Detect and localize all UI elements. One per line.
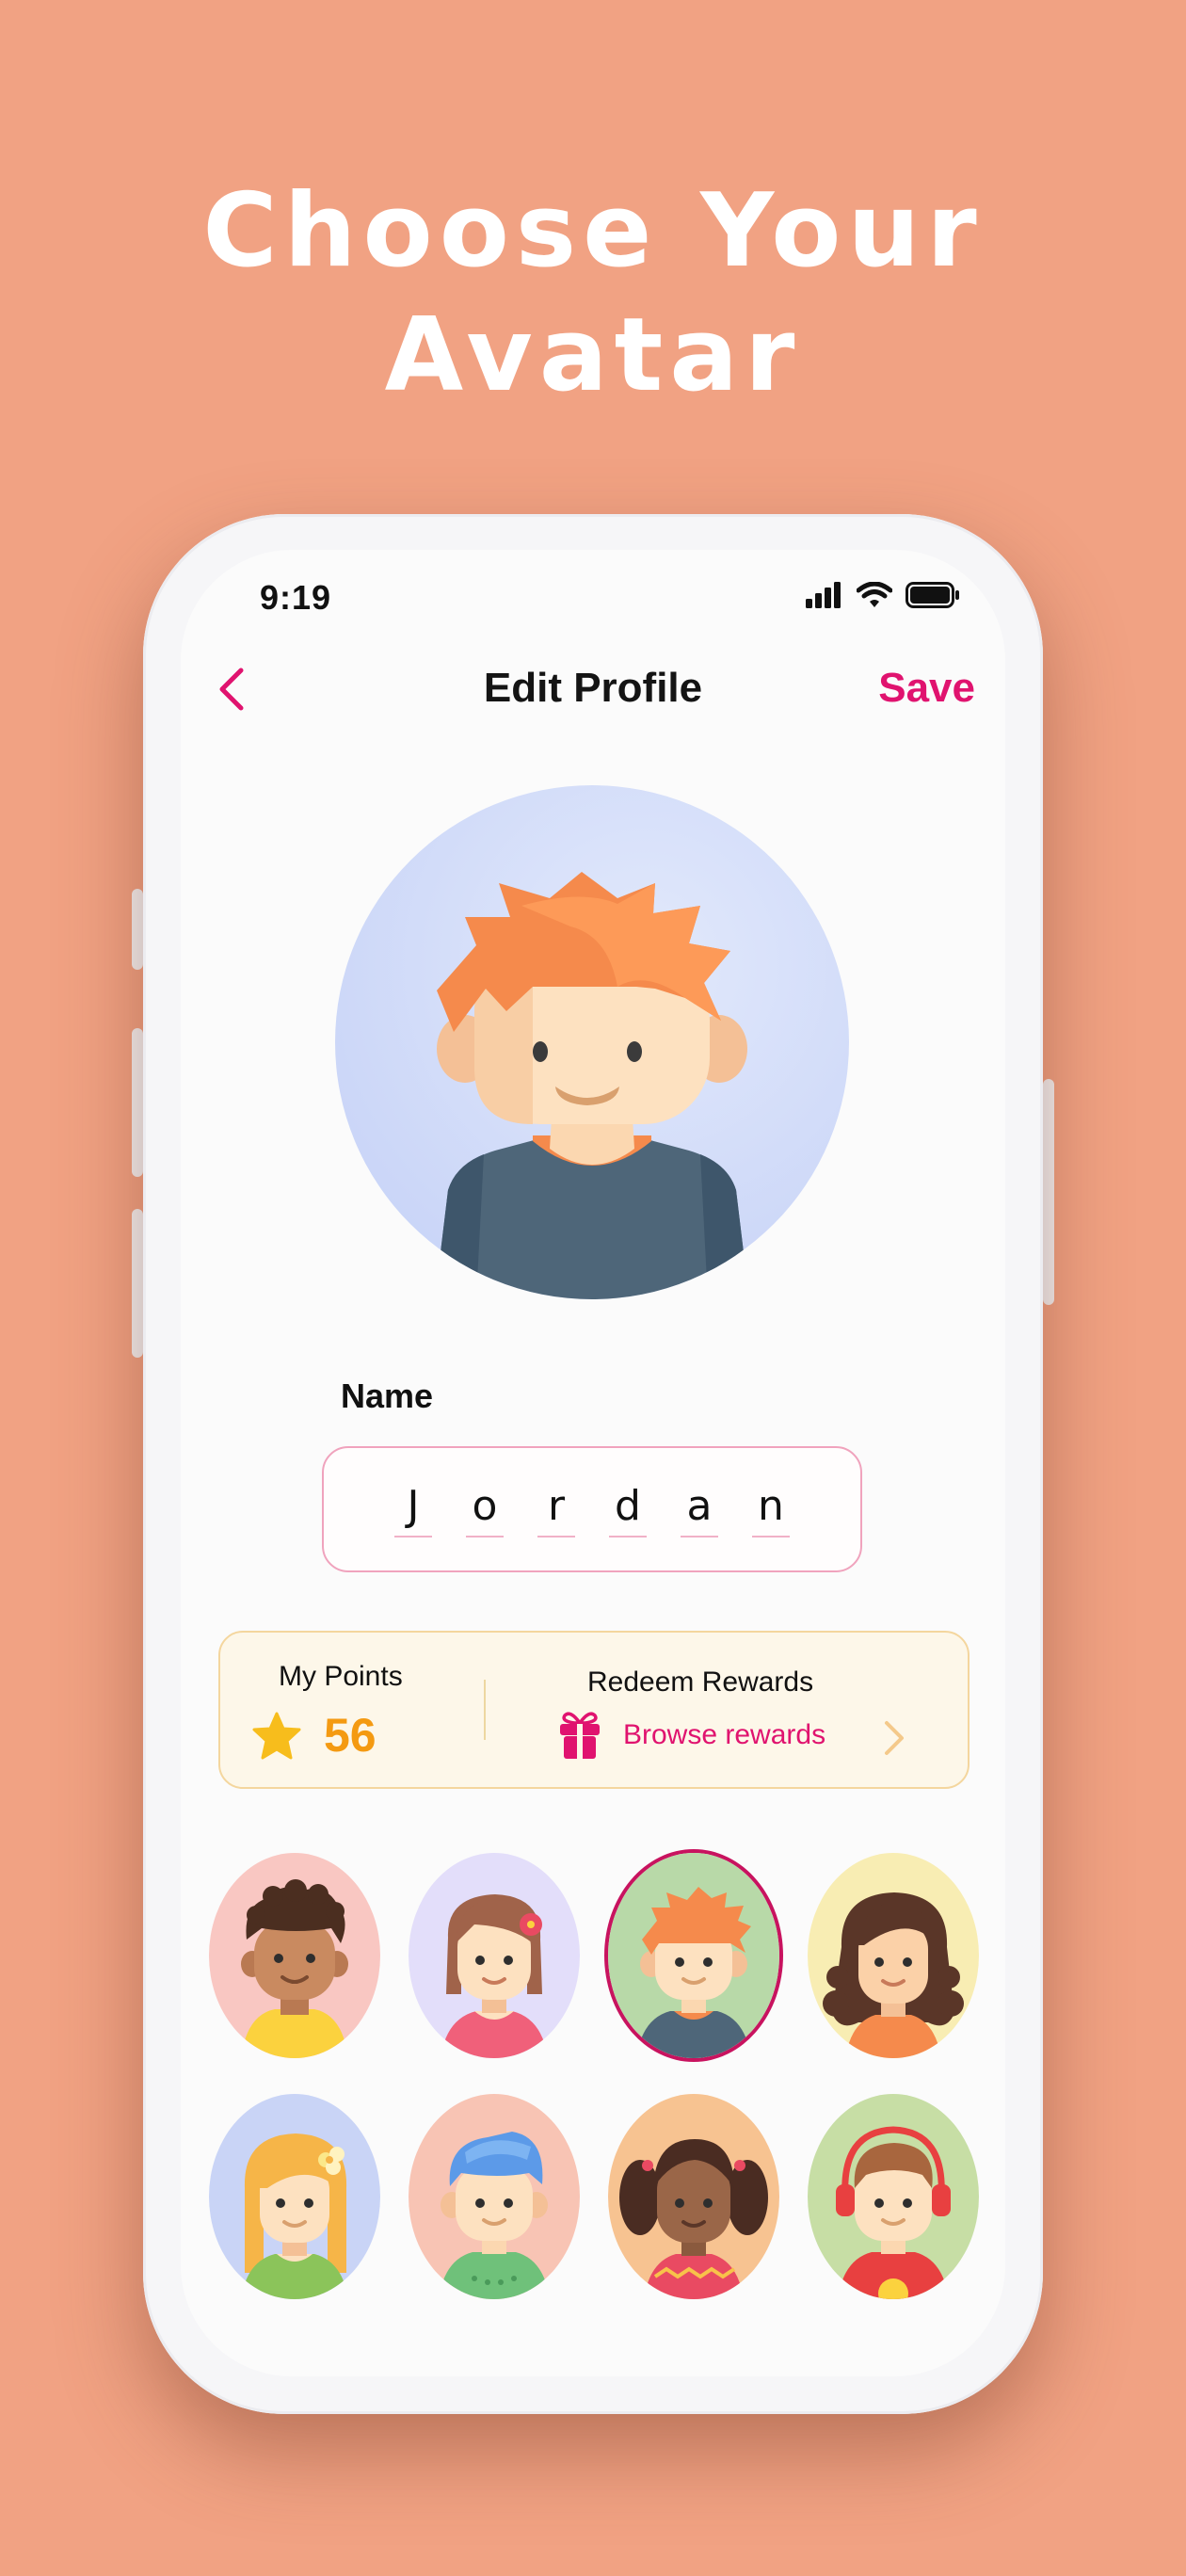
avatar-option-curly-hair-boy[interactable] (209, 1853, 380, 2058)
phone-screen: 9:19 Edit Profile Save Name J o r d a n … (181, 550, 1005, 2376)
flower-girl-avatar (409, 1853, 580, 2058)
avatar-option-flower-girl[interactable] (409, 1853, 580, 2058)
headline-line-2: Avatar (384, 297, 802, 414)
boy-orange-hair-avatar (435, 872, 749, 1299)
name-char: J (394, 1482, 432, 1538)
curly-hair-boy-avatar (209, 1853, 380, 2058)
pigtails-girl-avatar (608, 2094, 779, 2299)
gift-icon (560, 1712, 600, 1759)
name-char: d (609, 1482, 647, 1538)
phone-silent-switch (132, 889, 143, 970)
chevron-right-icon[interactable] (875, 1715, 913, 1761)
signal-icon (806, 582, 841, 608)
avatar-option-blue-hair-boy[interactable] (409, 2094, 580, 2299)
avatar-option-orange-hair-boy[interactable] (608, 1853, 779, 2058)
name-char: o (466, 1482, 504, 1538)
redeem-label: Redeem Rewards (587, 1666, 814, 1698)
headline-line-1: Choose Your (202, 172, 984, 290)
avatar-option-blonde-girl[interactable] (209, 2094, 380, 2299)
phone-power-button (1043, 1079, 1054, 1305)
name-char: r (537, 1482, 575, 1538)
headphones-boy-avatar (808, 2094, 979, 2299)
points-divider (484, 1680, 486, 1740)
points-label: My Points (279, 1661, 403, 1692)
avatar-option-pigtails-girl[interactable] (608, 2094, 779, 2299)
wifi-icon (857, 582, 892, 607)
status-icons (806, 582, 960, 608)
avatar-option-headphones-boy[interactable] (808, 2094, 979, 2299)
dynamic-island (478, 578, 691, 644)
orange-hair-boy-avatar (608, 1853, 779, 2058)
battery-icon (906, 582, 959, 608)
long-hair-girl-avatar (808, 1853, 979, 2058)
name-input[interactable]: J o r d a n (322, 1446, 862, 1572)
blonde-girl-avatar (209, 2094, 380, 2299)
points-card: My Points 56 Redeem Rewards Browse rewar… (218, 1631, 970, 1789)
avatar-option-long-hair-girl[interactable] (808, 1853, 979, 2058)
name-char: a (681, 1482, 718, 1538)
points-value: 56 (324, 1709, 377, 1762)
status-time: 9:19 (260, 578, 332, 617)
star-icon (252, 1712, 301, 1760)
name-label: Name (341, 1377, 434, 1415)
profile-avatar[interactable] (335, 785, 849, 1299)
phone-volume-up (132, 1028, 143, 1177)
name-char: n (752, 1482, 790, 1538)
blue-hair-boy-avatar (409, 2094, 580, 2299)
save-button[interactable]: Save (878, 665, 975, 712)
headline: Choose Your Avatar (0, 169, 1186, 418)
phone-volume-down (132, 1209, 143, 1358)
browse-rewards-link[interactable]: Browse rewards (623, 1719, 825, 1751)
